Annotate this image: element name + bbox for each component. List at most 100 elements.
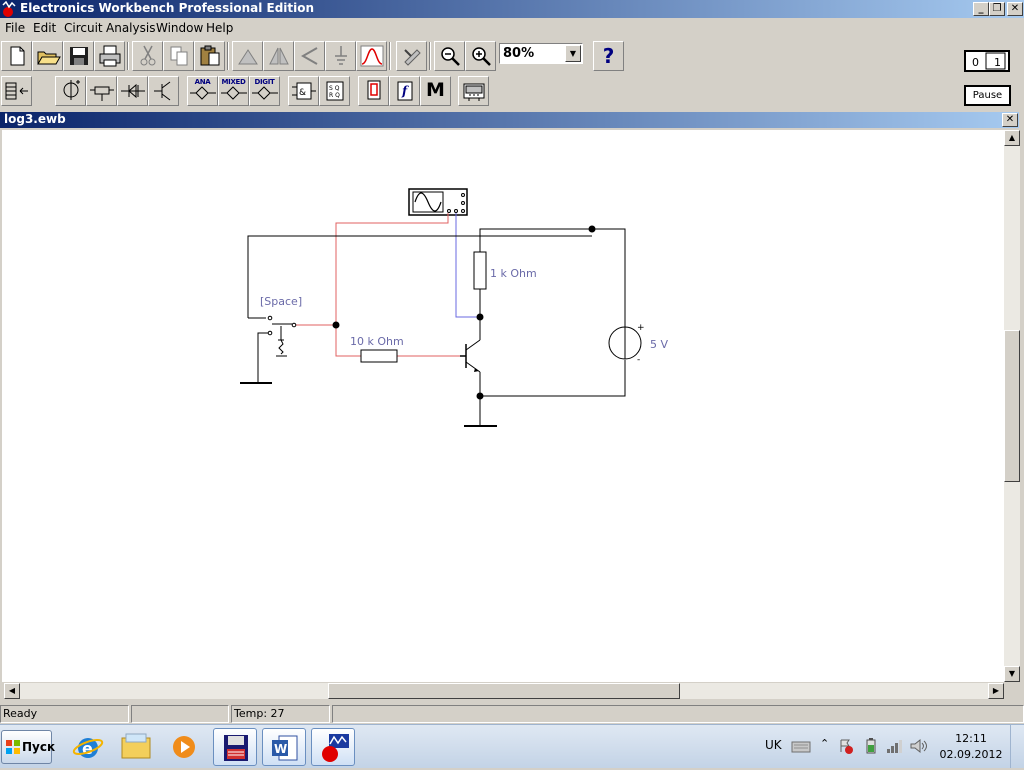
- status-empty: [131, 705, 229, 723]
- power-switch-icon: 0 1: [972, 52, 1006, 70]
- power-switch[interactable]: 0 1: [964, 50, 1010, 72]
- pause-button[interactable]: Pause: [964, 85, 1011, 106]
- wire-supply-minus[interactable]: [480, 360, 626, 397]
- base-resistor-label: 10 k Ohm: [350, 335, 404, 348]
- toolbar-separator: [389, 42, 391, 70]
- miscellaneous-bin-button[interactable]: M: [420, 76, 451, 106]
- start-button[interactable]: Пуск: [1, 730, 56, 764]
- menu-analysis[interactable]: Analysis: [106, 21, 155, 35]
- menu-circuit[interactable]: Circuit: [64, 21, 103, 35]
- favorites-bin-button[interactable]: [1, 76, 32, 106]
- status-ready: Ready: [0, 705, 129, 723]
- minimize-button[interactable]: _: [973, 2, 989, 16]
- probe-icon: [404, 49, 421, 66]
- horizontal-scroll-thumb[interactable]: [328, 683, 680, 699]
- scroll-up-button[interactable]: ▲: [1004, 130, 1020, 146]
- digital-ics-bin-button[interactable]: DIGIT: [249, 76, 280, 106]
- switch[interactable]: [240, 315, 297, 384]
- keyboard-icon[interactable]: [791, 738, 811, 754]
- chevron-up-icon[interactable]: ⌃: [820, 737, 829, 750]
- electronics-workbench-icon: [322, 734, 349, 762]
- create-subcircuit-button[interactable]: [356, 41, 387, 71]
- flip-vertical-button[interactable]: [294, 41, 325, 71]
- clock-time[interactable]: 12:11: [951, 732, 991, 745]
- chevron-down-icon[interactable]: ▼: [565, 45, 581, 62]
- clock-date[interactable]: 02.09.2012: [938, 748, 1004, 761]
- mixed-ics-bin-button[interactable]: MIXED: [218, 76, 249, 106]
- restore-button[interactable]: ❐: [989, 2, 1005, 16]
- instruments-bin-button[interactable]: [458, 76, 489, 106]
- show-desktop-button[interactable]: [1010, 725, 1024, 768]
- start-label: Пуск: [22, 740, 56, 754]
- print-button[interactable]: [94, 41, 125, 71]
- taskbar-electronics-workbench[interactable]: [311, 728, 355, 766]
- new-file-icon: [10, 46, 25, 66]
- open-button[interactable]: [32, 41, 63, 71]
- scroll-down-button[interactable]: ▼: [1004, 666, 1020, 682]
- zoom-select[interactable]: 80% ▼: [499, 43, 583, 64]
- zoom-in-icon: [472, 47, 491, 66]
- resistor-1k[interactable]: [473, 251, 487, 290]
- svg-text:S Q: S Q: [329, 85, 340, 92]
- transistors-bin-button[interactable]: [148, 76, 179, 106]
- menu-file[interactable]: File: [5, 21, 25, 35]
- wire-color-button[interactable]: [396, 41, 427, 71]
- document-close-button[interactable]: ✕: [1002, 113, 1018, 127]
- taskbar-disk-app[interactable]: [213, 728, 257, 766]
- indicators-bin-button[interactable]: [358, 76, 389, 106]
- oscilloscope[interactable]: [408, 188, 468, 216]
- sources-bin-icon: [63, 80, 80, 100]
- indicator-icon: [367, 80, 381, 100]
- svg-text:1: 1: [994, 56, 1001, 69]
- zoom-in-button[interactable]: [465, 41, 496, 71]
- paste-button[interactable]: [194, 41, 225, 71]
- rotate-button[interactable]: [232, 41, 263, 71]
- windows-logo-icon: [6, 740, 20, 754]
- flip-horizontal-button[interactable]: [263, 41, 294, 71]
- npn-transistor[interactable]: [460, 339, 481, 373]
- scroll-left-button[interactable]: ◀: [4, 683, 20, 699]
- toolbar-separator: [429, 42, 431, 70]
- flip-horizontal-icon: [269, 47, 289, 65]
- taskbar-explorer[interactable]: [114, 728, 158, 766]
- basic-bin-button[interactable]: [86, 76, 117, 106]
- taskbar-internet-explorer[interactable]: e: [66, 728, 110, 766]
- menu-window[interactable]: Window: [156, 21, 203, 35]
- new-button[interactable]: [1, 41, 32, 71]
- save-button[interactable]: [63, 41, 94, 71]
- vertical-scroll-thumb[interactable]: [1004, 330, 1020, 482]
- language-indicator[interactable]: UK: [765, 738, 782, 752]
- help-button[interactable]: ?: [593, 41, 624, 71]
- logic-gates-bin-button[interactable]: &: [288, 76, 319, 106]
- logic-gate-icon: &: [292, 82, 316, 100]
- network-signal-icon[interactable]: [885, 737, 903, 755]
- digital-bin-button[interactable]: S QR Q: [319, 76, 350, 106]
- printer-icon: [99, 45, 121, 67]
- action-center-icon[interactable]: [838, 738, 854, 754]
- sources-bin-button[interactable]: [55, 76, 86, 106]
- zoom-out-button[interactable]: [434, 41, 465, 71]
- horizontal-scrollbar[interactable]: ◀ ▶: [4, 683, 1004, 699]
- close-button[interactable]: ✕: [1007, 2, 1023, 16]
- clipboard-icon: [200, 45, 220, 66]
- circuit-canvas[interactable]: [Space] 10 k Ohm 1 k Ohm 5 V + -: [2, 130, 1004, 682]
- scroll-right-button[interactable]: ▶: [988, 683, 1004, 699]
- volume-icon[interactable]: [909, 737, 929, 755]
- app-logo-icon: [2, 1, 16, 17]
- menu-edit[interactable]: Edit: [33, 21, 56, 35]
- copy-button[interactable]: [163, 41, 194, 71]
- help-label: ?: [602, 44, 615, 68]
- floppy-disk-icon: [70, 47, 88, 65]
- controls-bin-button[interactable]: f: [389, 76, 420, 106]
- taskbar-word[interactable]: W: [262, 728, 306, 766]
- taskbar-media-player[interactable]: [162, 728, 206, 766]
- component-properties-button[interactable]: [325, 41, 356, 71]
- resistor-10k[interactable]: [360, 349, 398, 363]
- battery-icon[interactable]: [864, 737, 878, 755]
- analog-ics-bin-button[interactable]: ANA: [187, 76, 218, 106]
- menu-help[interactable]: Help: [206, 21, 233, 35]
- cut-button[interactable]: [132, 41, 163, 71]
- diodes-bin-button[interactable]: [117, 76, 148, 106]
- resistor-bin-icon: [90, 86, 114, 101]
- vertical-scrollbar[interactable]: ▲ ▼: [1004, 130, 1020, 682]
